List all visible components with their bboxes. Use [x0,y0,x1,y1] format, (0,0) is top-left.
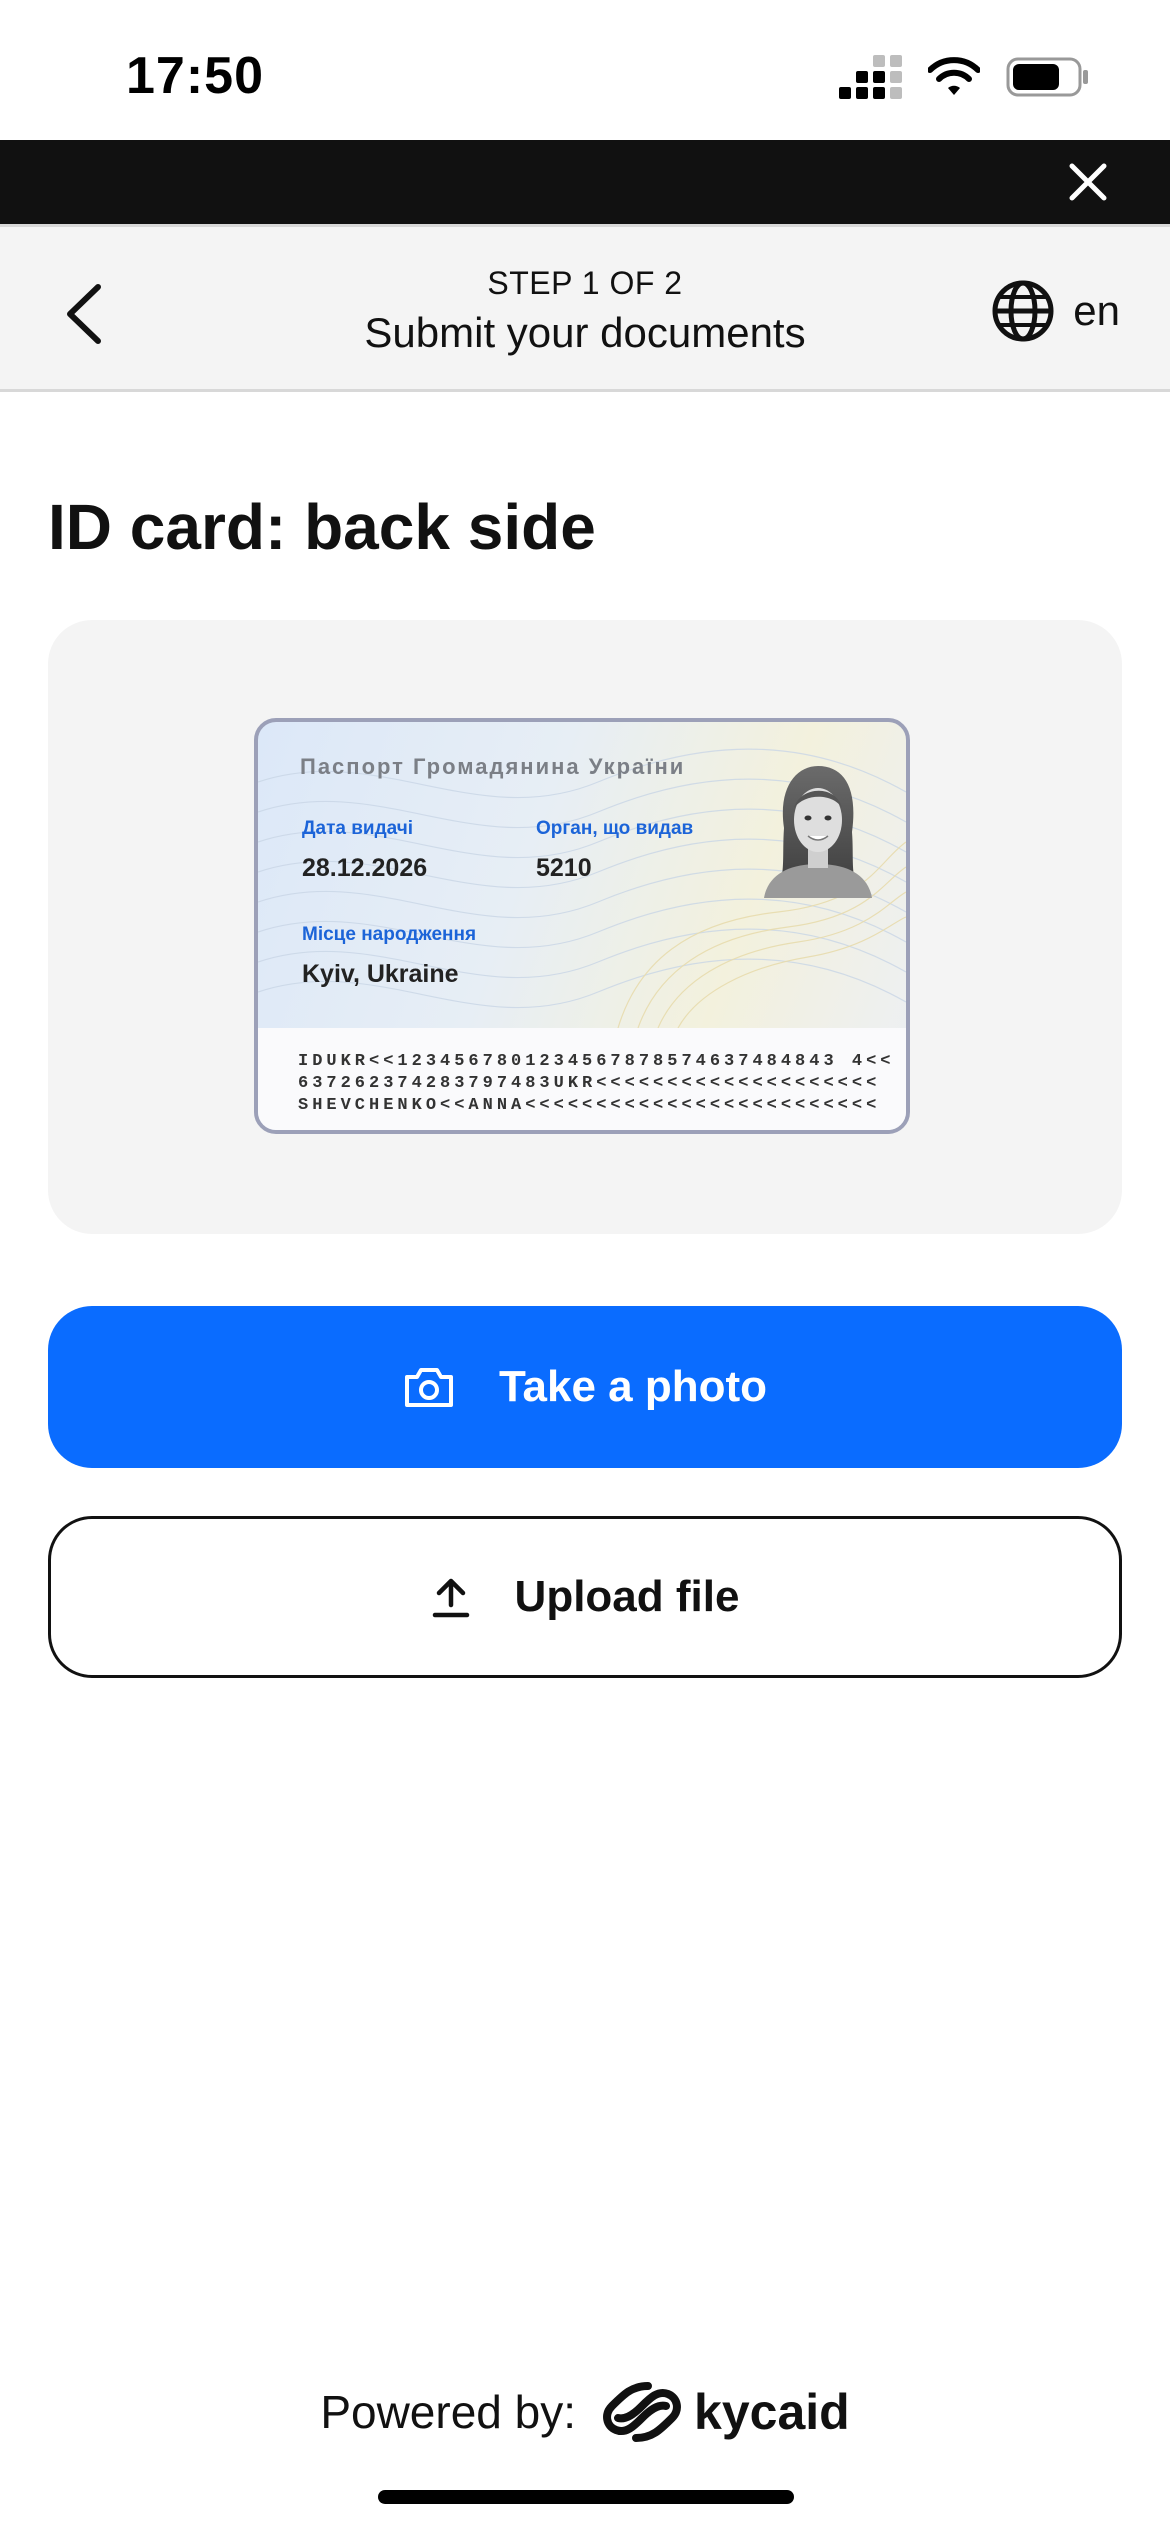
id-card-heading: Паспорт Громадянина України [300,754,686,779]
upload-file-button[interactable]: Upload file [48,1516,1122,1678]
take-photo-button[interactable]: Take a photo [48,1306,1122,1468]
mrz-line: 637262374283797483UKR<<<<<<<<<<<<<<<<<<<… [298,1074,881,1093]
globe-icon [992,280,1054,342]
wifi-icon [928,57,980,95]
cellular-signal-icon [839,55,902,99]
authority-label: Орган, що видав [536,818,694,839]
upload-file-label: Upload file [514,1572,740,1621]
brand-name: kycaid [694,2384,850,2440]
status-time: 17:50 [126,47,264,105]
battery-icon [1006,57,1088,97]
birthplace-value: Kyiv, Ukraine [302,960,459,988]
language-selector[interactable]: en [991,279,1120,343]
id-card-mrz: IDUKR<<1234567801234567878574637484843 4… [258,1028,906,1130]
footer: Powered by: kycaid [0,2380,1170,2444]
birthplace-label: Місце народження [302,924,477,945]
portrait-photo [764,766,872,898]
camera-icon [404,1368,453,1407]
take-photo-label: Take a photo [498,1362,768,1411]
page-title: ID card: back side [48,491,596,563]
upload-icon [432,1578,469,1618]
document-preview-panel: Паспорт Громадянина України Дата видачі … [48,620,1122,1234]
top-bar [0,140,1170,224]
kycaid-logo-icon [603,2382,681,2442]
id-card-example: Паспорт Громадянина України Дата видачі … [254,718,910,1134]
brand-logo: kycaid [602,2380,850,2444]
status-bar: 17:50 [0,0,1170,140]
step-header: STEP 1 OF 2 Submit your documents en [0,224,1170,392]
id-card-top-section: Паспорт Громадянина України Дата видачі … [258,722,906,1028]
issue-date-value: 28.12.2026 [302,854,428,882]
mrz-line: IDUKR<<1234567801234567878574637484843 4… [298,1052,895,1071]
authority-value: 5210 [536,854,592,882]
close-icon[interactable] [1066,160,1110,204]
status-icons [839,52,1090,102]
language-label: en [1073,287,1120,334]
issue-date-label: Дата видачі [302,818,414,839]
home-indicator [378,2490,794,2504]
mrz-line: SHEVCHENKO<<ANNA<<<<<<<<<<<<<<<<<<<<<<<<… [298,1096,881,1115]
powered-by-label: Powered by: [320,2386,577,2438]
